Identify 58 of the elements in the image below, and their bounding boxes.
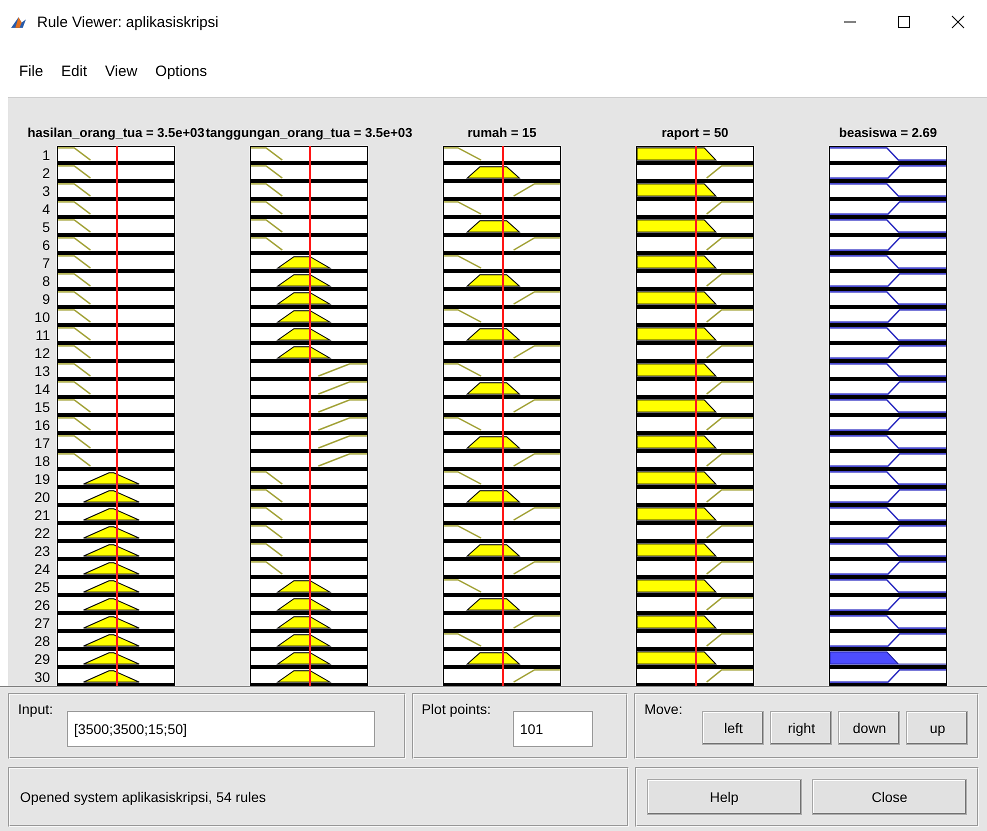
value-line[interactable]: [116, 146, 118, 686]
menu-item[interactable]: Edit: [52, 44, 96, 80]
menu-item[interactable]: File: [10, 44, 52, 80]
move-label: Move:: [644, 700, 682, 719]
rule-number: 26: [34, 596, 51, 614]
rule-number: 29: [34, 650, 51, 668]
variable-title: raport = 50: [662, 124, 728, 140]
rule-number: 1: [42, 146, 51, 164]
rule-number: 18: [34, 452, 51, 470]
move-button[interactable]: right: [770, 710, 832, 745]
close-icon[interactable]: [951, 15, 965, 30]
rule-number: 23: [34, 542, 51, 560]
variable-title: tanggungan_orang_tua = 3.5e+03: [206, 124, 412, 140]
dialog-button[interactable]: Close: [812, 778, 967, 815]
menu-item[interactable]: Options: [146, 44, 216, 80]
rule-number: 3: [42, 182, 51, 200]
rule-number: 13: [34, 362, 51, 380]
rule-number: 30: [34, 668, 51, 686]
input-label: Input:: [18, 700, 54, 717]
rule-number: 21: [34, 506, 51, 524]
rule-number: 2: [42, 164, 51, 182]
variable-title: rumah = 15: [467, 124, 536, 140]
move-button[interactable]: up: [906, 710, 968, 745]
rule-number: 20: [34, 488, 51, 506]
move-button[interactable]: left: [702, 710, 764, 745]
dialog-button[interactable]: Help: [646, 778, 802, 815]
value-line[interactable]: [309, 146, 311, 686]
rule-number: 12: [34, 344, 51, 362]
value-line[interactable]: [502, 146, 504, 686]
rule-number: 15: [34, 398, 51, 416]
rule-number: 7: [42, 254, 51, 272]
window-title: Rule Viewer: aplikasiskripsi: [37, 14, 218, 31]
value-line[interactable]: [695, 146, 697, 686]
status-text: Opened system aplikasiskripsi, 54 rules: [20, 788, 266, 805]
plot-points-label: Plot points:: [422, 700, 491, 719]
rule-number: 28: [34, 632, 51, 650]
rule-number: 5: [42, 218, 51, 236]
move-button[interactable]: down: [838, 710, 900, 745]
rule-number: 9: [42, 290, 51, 308]
rule-number: 19: [34, 470, 51, 488]
rule-number: 10: [34, 308, 51, 326]
rule-number: 4: [42, 200, 51, 218]
rule-number: 14: [34, 380, 51, 398]
plot-points-field[interactable]: 101: [512, 710, 593, 747]
rule-number: 25: [34, 578, 51, 596]
menu-item[interactable]: View: [96, 44, 146, 80]
maximize-icon[interactable]: [897, 15, 911, 30]
variable-title: beasiswa = 2.69: [839, 124, 937, 140]
rule-number: 22: [34, 524, 51, 542]
rule-number: 16: [34, 416, 51, 434]
rule-number: 24: [34, 560, 51, 578]
rule-number: 27: [34, 614, 51, 632]
rule-number: 17: [34, 434, 51, 452]
rule-number: 8: [42, 272, 51, 290]
variable-title: hasilan_orang_tua = 3.5e+03: [27, 124, 205, 140]
rule-number: 6: [42, 236, 51, 254]
rule-number: 11: [35, 326, 51, 344]
input-field[interactable]: [3500;3500;15;50]: [67, 710, 376, 747]
